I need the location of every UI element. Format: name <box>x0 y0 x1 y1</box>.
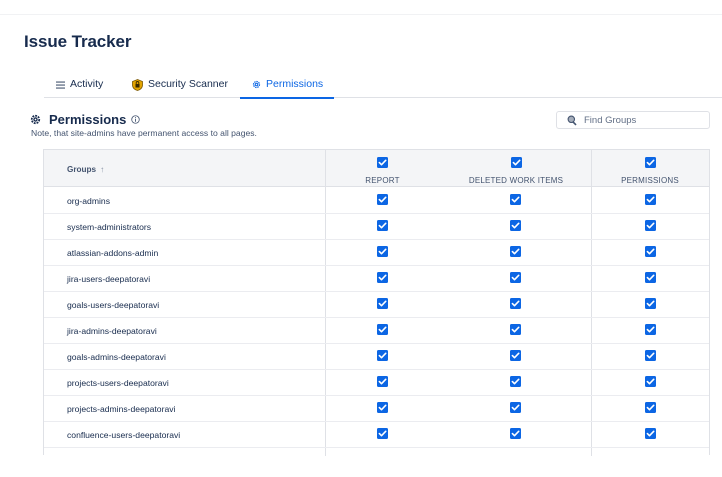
groups-header-label: Groups <box>67 165 97 174</box>
column-label: DELETED WORK ITEMS <box>468 176 564 185</box>
table-row: projects-admins-deepatoravi <box>44 396 709 422</box>
tab-permissions[interactable]: Permissions <box>240 78 334 99</box>
deleted-work-items-checkbox[interactable] <box>509 272 521 283</box>
permissions-checkbox[interactable] <box>644 246 656 257</box>
deleted-work-items-checkbox[interactable] <box>509 246 521 257</box>
report-select-all-checkbox[interactable] <box>377 157 388 168</box>
permissions-checkbox[interactable] <box>644 402 656 413</box>
report-checkbox[interactable] <box>376 324 388 335</box>
top-divider <box>0 14 722 15</box>
table-row: atlassian-addons-admin <box>44 240 709 266</box>
sort-ascending-icon: ↑ <box>100 165 105 174</box>
permissions-checkbox[interactable] <box>644 428 656 439</box>
tab-bar: Activity Security Scanner Permissions <box>44 78 722 99</box>
report-checkbox[interactable] <box>376 402 388 413</box>
group-name: goals-admins-deepatoravi <box>67 352 166 362</box>
deleted-work-items-checkbox[interactable] <box>509 428 521 439</box>
group-name: goals-users-deepatoravi <box>67 300 160 310</box>
permissions-table: Groups ↑ REPORT DELETED WORK ITEMS PERMIS… <box>43 149 710 456</box>
table-row: jira-admins-deepatoravi <box>44 318 709 344</box>
group-name: jira-users-deepatoravi <box>67 274 151 284</box>
page-title: Issue Tracker <box>24 32 132 51</box>
permissions-checkbox[interactable] <box>644 350 656 361</box>
tab-label: Security Scanner <box>148 78 228 90</box>
table-row: projects-users-deepatoravi <box>44 370 709 396</box>
tab-label: Activity <box>70 78 104 90</box>
deleted-work-items-checkbox[interactable] <box>509 298 521 309</box>
deleted-work-items-checkbox[interactable] <box>509 350 521 361</box>
deleted-work-items-checkbox[interactable] <box>509 402 521 413</box>
group-name: atlassian-addons-admin <box>67 248 159 258</box>
gear-icon <box>30 114 41 125</box>
table-row: goals-admins-deepatoravi <box>44 344 709 370</box>
table-row: confluence-users-deepatoravi <box>44 422 709 448</box>
permissions-checkbox[interactable] <box>644 220 656 231</box>
tab-label: Permissions <box>266 78 324 90</box>
table-row: goals-users-deepatoravi <box>44 292 709 318</box>
deleted-work-items-checkbox[interactable] <box>509 324 521 335</box>
section-note: Note, that site-admins have permanent ac… <box>31 128 257 138</box>
groups-column-header[interactable]: Groups ↑ <box>67 165 104 174</box>
shield-lock-icon <box>132 78 143 91</box>
table-row: org-admins <box>44 188 709 214</box>
deleted-work-items-checkbox[interactable] <box>509 220 521 231</box>
report-checkbox[interactable] <box>376 220 388 231</box>
report-checkbox[interactable] <box>376 376 388 387</box>
deleted-work-items-column-header: DELETED WORK ITEMS <box>441 155 591 185</box>
column-label: PERMISSIONS <box>621 176 679 185</box>
table-row: jira-users-deepatoravi <box>44 266 709 292</box>
info-icon[interactable] <box>131 115 141 124</box>
report-checkbox[interactable] <box>376 272 388 283</box>
table-header: Groups ↑ REPORT DELETED WORK ITEMS PERMIS… <box>44 150 709 187</box>
section-heading: Permissions <box>30 112 141 127</box>
gear-icon <box>252 78 261 91</box>
report-checkbox[interactable] <box>376 428 388 439</box>
report-checkbox[interactable] <box>376 350 388 361</box>
group-name: projects-users-deepatoravi <box>67 378 169 388</box>
permissions-checkbox[interactable] <box>644 298 656 309</box>
search-box[interactable] <box>556 111 710 129</box>
search-icon <box>567 115 578 126</box>
report-checkbox[interactable] <box>376 298 388 309</box>
permissions-checkbox[interactable] <box>644 376 656 387</box>
list-icon <box>56 78 65 91</box>
tab-security-scanner[interactable]: Security Scanner <box>132 78 228 98</box>
table-row: system-administrators <box>44 214 709 240</box>
deleted-work-items-checkbox[interactable] <box>509 376 521 387</box>
deleted-work-items-select-all-checkbox[interactable] <box>510 157 522 168</box>
group-name: projects-admins-deepatoravi <box>67 404 176 414</box>
permissions-column-header: PERMISSIONS <box>591 155 709 185</box>
column-label: REPORT <box>365 176 400 185</box>
permissions-checkbox[interactable] <box>644 194 656 205</box>
report-checkbox[interactable] <box>376 194 388 205</box>
section-title: Permissions <box>49 112 127 127</box>
report-checkbox[interactable] <box>376 246 388 257</box>
group-name: confluence-users-deepatoravi <box>67 430 181 440</box>
permissions-select-all-checkbox[interactable] <box>644 157 656 168</box>
report-column-header: REPORT <box>325 155 440 185</box>
permissions-checkbox[interactable] <box>644 272 656 283</box>
search-input[interactable] <box>584 114 704 126</box>
permissions-checkbox[interactable] <box>644 324 656 335</box>
group-name: org-admins <box>67 196 110 206</box>
group-name: jira-admins-deepatoravi <box>67 326 157 336</box>
deleted-work-items-checkbox[interactable] <box>509 194 521 205</box>
group-name: system-administrators <box>67 222 152 232</box>
tab-activity[interactable]: Activity <box>56 78 103 98</box>
